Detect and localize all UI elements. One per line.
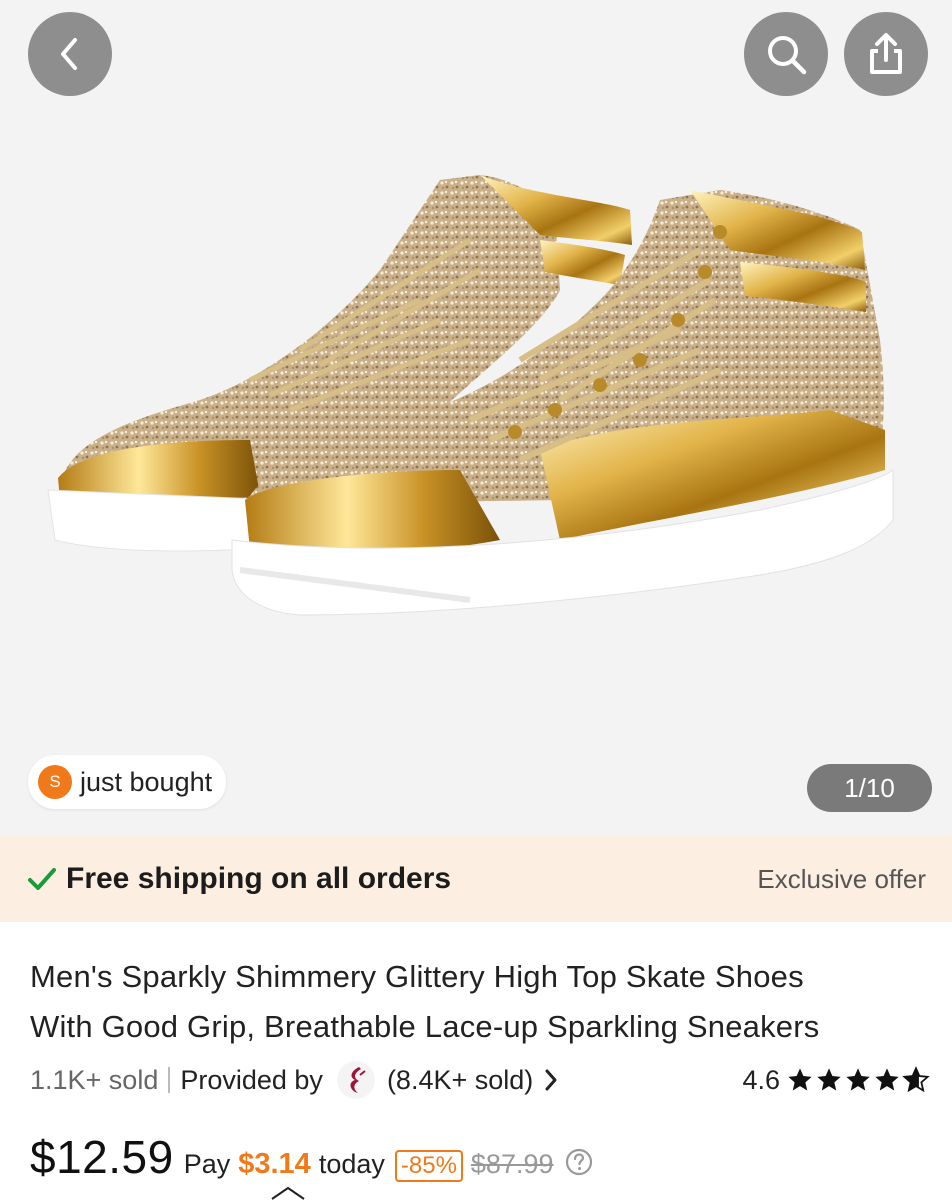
original-price: $87.99: [470, 1149, 554, 1179]
share-button[interactable]: [844, 12, 928, 96]
star-rating: [786, 1066, 930, 1094]
search-button[interactable]: [744, 12, 828, 96]
store-sold-count[interactable]: (8.4K+ sold): [387, 1065, 533, 1096]
product-image-gallery[interactable]: S just bought 1/10: [0, 0, 952, 836]
product-meta-row: 1.1K+ sold Provided by (8.4K+ sold) 4.6: [30, 1058, 930, 1102]
pay-label: Pay: [183, 1149, 231, 1179]
rating-value: 4.6: [742, 1064, 780, 1095]
divider: [168, 1067, 171, 1093]
chevron-right-icon[interactable]: [543, 1067, 559, 1093]
shipping-banner[interactable]: Free shipping on all orders Exclusive of…: [0, 836, 952, 922]
search-icon: [768, 36, 807, 75]
price-row: $12.59 Pay $3.14 today -85% $87.99: [30, 1130, 930, 1194]
provided-by-label: Provided by: [180, 1064, 323, 1095]
product-title-line: Men's Sparkly Shimmery Glittery High Top…: [30, 959, 804, 994]
just-bought-label: just bought: [80, 766, 213, 797]
star-icon: [817, 1068, 841, 1091]
buyer-avatar: S: [38, 765, 72, 799]
store-logo-icon[interactable]: [336, 1061, 375, 1099]
tooltip-caret-icon: [271, 1186, 305, 1200]
product-title-line: With Good Grip, Breathable Lace-up Spark…: [30, 1009, 820, 1044]
discount-badge: -85%: [394, 1150, 463, 1182]
product-title: Men's Sparkly Shimmery Glittery High Top…: [30, 952, 930, 1052]
image-counter: 1/10: [807, 764, 932, 812]
chevron-left-icon: [61, 38, 77, 70]
exclusive-offer-label: Exclusive offer: [757, 863, 926, 894]
share-icon: [870, 33, 902, 74]
pay-amount: $3.14: [238, 1148, 311, 1180]
today-label: today: [318, 1149, 385, 1179]
back-button[interactable]: [28, 12, 112, 96]
star-icon: [846, 1068, 870, 1091]
star-half-icon: [902, 1066, 930, 1093]
current-price: $12.59: [30, 1131, 174, 1183]
checkmark-icon: [28, 868, 56, 890]
star-icon: [788, 1068, 812, 1091]
help-icon[interactable]: [564, 1147, 594, 1177]
free-shipping-label: Free shipping on all orders: [66, 862, 452, 895]
rating[interactable]: 4.6: [742, 1065, 930, 1096]
star-icon: [875, 1068, 899, 1091]
sold-count: 1.1K+ sold: [30, 1064, 159, 1095]
product-image: [47, 175, 894, 616]
just-bought-badge: S just bought: [28, 755, 227, 809]
